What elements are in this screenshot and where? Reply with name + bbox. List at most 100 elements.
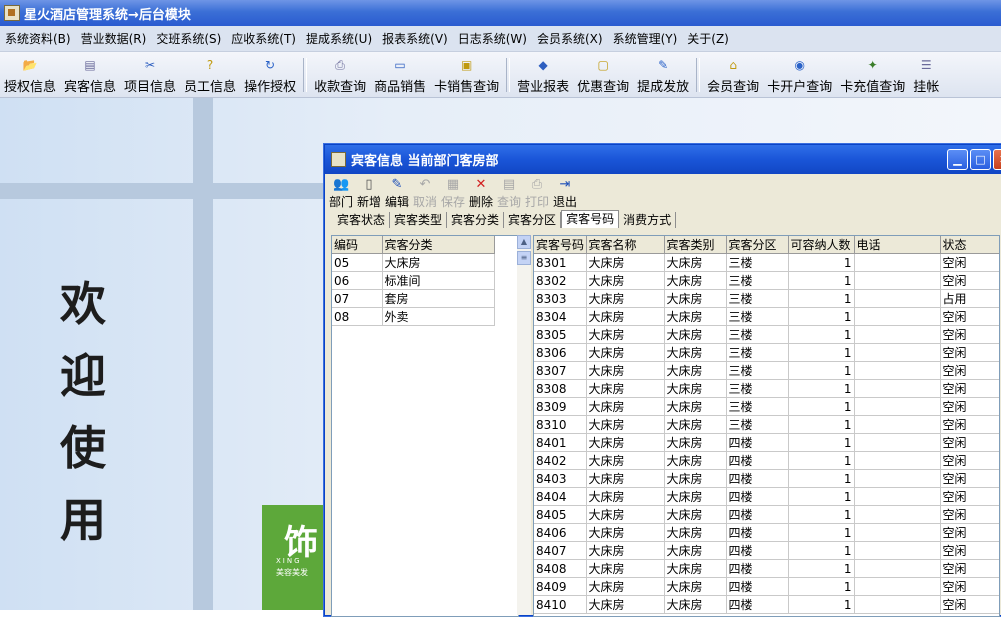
guest-cell[interactable]: 空闲 <box>940 451 999 470</box>
maximize-button[interactable]: □ <box>970 149 991 170</box>
guest-cell[interactable]: 大床房 <box>586 289 665 308</box>
guest-cell[interactable]: 1 <box>788 505 855 524</box>
toolbar-button-0-2[interactable]: ✂ 项目信息 <box>120 53 180 97</box>
guest-cell[interactable]: 8309 <box>534 397 587 416</box>
tab-4[interactable]: 宾客号码 <box>561 210 620 228</box>
guest-cell[interactable]: 1 <box>788 577 855 596</box>
guest-cell[interactable]: 大床房 <box>664 595 727 614</box>
window-toolbar-button-7[interactable]: ⎙ 打印 <box>525 177 549 213</box>
guest-cell[interactable]: 大床房 <box>664 487 727 506</box>
window-title-bar[interactable]: 宾客信息 当前部门客房部 <box>325 145 1001 174</box>
guest-cell[interactable]: 1 <box>788 487 855 506</box>
toolbar-button-0-3[interactable]: ? 员工信息 <box>180 53 240 97</box>
toolbar-button-1-2[interactable]: ▣ 卡销售查询 <box>430 53 503 97</box>
window-toolbar-button-8[interactable]: ⇥ 退出 <box>553 177 577 213</box>
guest-cell[interactable]: 空闲 <box>940 595 999 614</box>
guest-cell[interactable]: 1 <box>788 559 855 578</box>
guest-cell[interactable]: 三楼 <box>726 253 789 272</box>
guest-cell[interactable]: 大床房 <box>586 541 665 560</box>
guest-cell[interactable]: 空闲 <box>940 541 999 560</box>
guest-cell[interactable]: 空闲 <box>940 271 999 290</box>
guest-cell[interactable]: 大床房 <box>664 397 727 416</box>
guest-cell[interactable]: 四楼 <box>726 595 789 614</box>
guest-cell[interactable]: 四楼 <box>726 541 789 560</box>
guest-cell[interactable]: 空闲 <box>940 523 999 542</box>
window-toolbar-button-1[interactable]: ▯ 新增 <box>357 177 381 213</box>
guest-cell[interactable]: 8308 <box>534 379 587 398</box>
category-cell[interactable]: 05 <box>332 253 383 272</box>
table-row[interactable]: 8408 大床房 大床房 四楼 1 空闲 <box>534 559 999 578</box>
guest-cell[interactable] <box>854 577 941 596</box>
table-row[interactable]: 8406 大床房 大床房 四楼 1 空闲 <box>534 523 999 542</box>
table-row[interactable]: 8307 大床房 大床房 三楼 1 空闲 <box>534 361 999 380</box>
guest-cell[interactable]: 1 <box>788 271 855 290</box>
guest-cell[interactable]: 1 <box>788 415 855 434</box>
scroll-thumb[interactable]: ≡ <box>517 251 531 265</box>
toolbar-button-3-0[interactable]: ⌂ 会员查询 <box>703 53 763 97</box>
guest-cell[interactable]: 1 <box>788 379 855 398</box>
toolbar-button-0-0[interactable]: 📂 授权信息 <box>0 53 60 97</box>
guest-cell[interactable] <box>854 343 941 362</box>
guest-cell[interactable]: 空闲 <box>940 343 999 362</box>
guest-cell[interactable]: 空闲 <box>940 325 999 344</box>
guest-cell[interactable]: 空闲 <box>940 253 999 272</box>
guest-cell[interactable]: 大床房 <box>586 361 665 380</box>
guest-cell[interactable]: 大床房 <box>586 343 665 362</box>
guest-cell[interactable]: 四楼 <box>726 487 789 506</box>
menu-item-8[interactable]: 系统管理(Y) <box>608 30 683 47</box>
guest-cell[interactable]: 大床房 <box>664 577 727 596</box>
guest-cell[interactable]: 三楼 <box>726 361 789 380</box>
guest-cell[interactable]: 8404 <box>534 487 587 506</box>
guest-cell[interactable]: 大床房 <box>664 253 727 272</box>
toolbar-button-0-1[interactable]: ▤ 宾客信息 <box>60 53 120 97</box>
guest-cell[interactable]: 大床房 <box>664 469 727 488</box>
table-row[interactable]: 05 大床房 <box>332 253 495 272</box>
guest-cell[interactable] <box>854 271 941 290</box>
guest-cell[interactable]: 8303 <box>534 289 587 308</box>
menu-item-0[interactable]: 系统资料(B) <box>0 30 76 47</box>
guest-cell[interactable]: 大床房 <box>586 595 665 614</box>
toolbar-button-2-2[interactable]: ✎ 提成发放 <box>633 53 693 97</box>
guest-cell[interactable]: 四楼 <box>726 451 789 470</box>
menu-item-9[interactable]: 关于(Z) <box>682 30 734 47</box>
tab-3[interactable]: 宾客分区 <box>504 212 562 228</box>
guest-cell[interactable]: 8302 <box>534 271 587 290</box>
category-cell[interactable]: 07 <box>332 289 383 308</box>
guest-cell[interactable] <box>854 541 941 560</box>
guest-cell[interactable]: 四楼 <box>726 505 789 524</box>
guest-cell[interactable] <box>854 469 941 488</box>
guest-cell[interactable]: 四楼 <box>726 577 789 596</box>
table-row[interactable]: 8309 大床房 大床房 三楼 1 空闲 <box>534 397 999 416</box>
guest-cell[interactable]: 8403 <box>534 469 587 488</box>
category-grid-scrollbar[interactable]: ▲ ≡ <box>517 235 531 615</box>
guest-cell[interactable]: 大床房 <box>586 559 665 578</box>
guest-cell[interactable]: 大床房 <box>586 433 665 452</box>
guest-cell[interactable]: 空闲 <box>940 307 999 326</box>
table-row[interactable]: 8402 大床房 大床房 四楼 1 空闲 <box>534 451 999 470</box>
table-row[interactable]: 8304 大床房 大床房 三楼 1 空闲 <box>534 307 999 326</box>
category-cell[interactable]: 06 <box>332 271 383 290</box>
guest-cell[interactable] <box>854 523 941 542</box>
guest-cell[interactable]: 空闲 <box>940 487 999 506</box>
guest-cell[interactable]: 大床房 <box>586 379 665 398</box>
table-row[interactable]: 8410 大床房 大床房 四楼 1 空闲 <box>534 595 999 614</box>
guest-cell[interactable]: 三楼 <box>726 271 789 290</box>
guest-cell[interactable] <box>854 397 941 416</box>
window-toolbar-button-5[interactable]: ✕ 删除 <box>469 177 493 213</box>
toolbar-button-3-2[interactable]: ✦ 卡充值查询 <box>836 53 909 97</box>
guest-cell[interactable]: 大床房 <box>586 505 665 524</box>
guest-cell[interactable]: 三楼 <box>726 397 789 416</box>
guest-cell[interactable] <box>854 505 941 524</box>
tab-5[interactable]: 消费方式 <box>619 212 677 228</box>
guest-cell[interactable] <box>854 487 941 506</box>
menu-item-7[interactable]: 会员系统(X) <box>532 30 608 47</box>
menu-item-1[interactable]: 营业数据(R) <box>76 30 152 47</box>
guest-cell[interactable]: 三楼 <box>726 289 789 308</box>
guest-cell[interactable]: 大床房 <box>664 307 727 326</box>
window-toolbar-button-3[interactable]: ↶ 取消 <box>413 177 437 213</box>
guest-cell[interactable] <box>854 595 941 614</box>
category-grid[interactable]: 编码 宾客分类 05 大床房 06 标准间 07 套房 08 外卖 <box>331 235 519 617</box>
guest-cell[interactable]: 1 <box>788 253 855 272</box>
guest-cell[interactable]: 大床房 <box>586 307 665 326</box>
table-row[interactable]: 8409 大床房 大床房 四楼 1 空闲 <box>534 577 999 596</box>
